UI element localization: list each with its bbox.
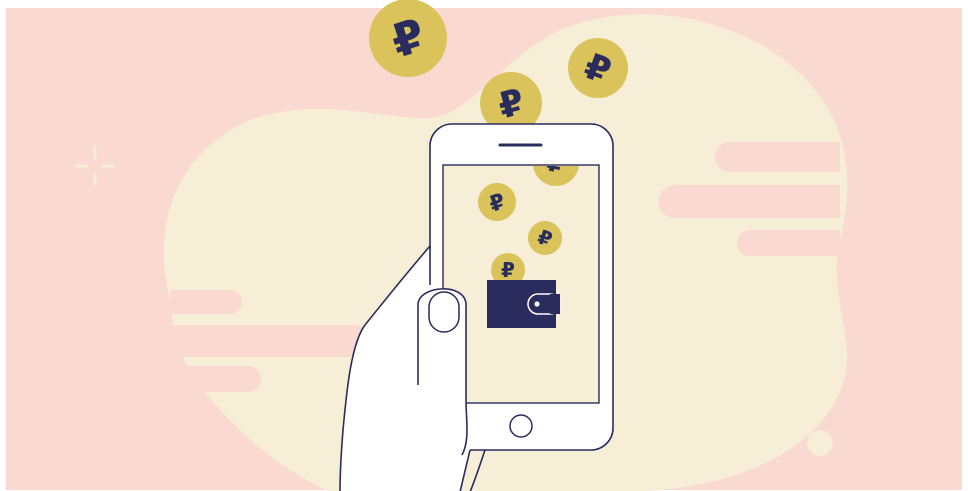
illustration: ₽ ₽ ₽ ₽ ₽ ₽ ₽	[0, 0, 968, 491]
coin-symbol: ₽	[501, 258, 515, 282]
wallet-icon	[487, 280, 561, 328]
thumbnail-nail	[428, 291, 460, 333]
illustration-canvas: ₽ ₽ ₽ ₽ ₽ ₽ ₽	[0, 0, 968, 491]
decorative-dot	[807, 430, 833, 456]
